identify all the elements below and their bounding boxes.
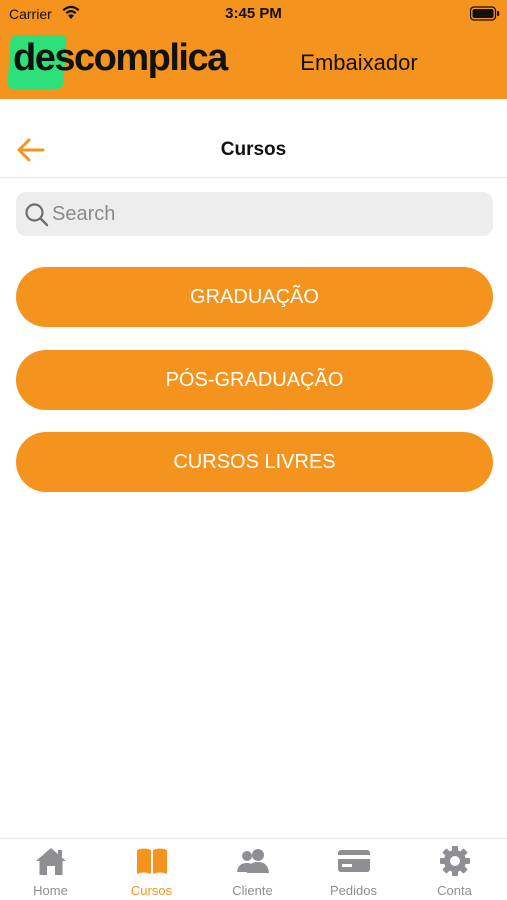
pos-graduacao-button[interactable]: PÓS-GRADUAÇÃO bbox=[16, 350, 493, 410]
header-title: Embaixador bbox=[300, 50, 418, 75]
search-input[interactable] bbox=[52, 192, 482, 236]
logo-part-complica: complica bbox=[73, 37, 228, 79]
navigation-bar: Cursos bbox=[0, 99, 507, 178]
status-time: 3:45 PM bbox=[225, 5, 282, 22]
logo-part-des: des bbox=[13, 37, 75, 79]
tab-label-conta: Conta bbox=[437, 883, 472, 898]
battery-icon bbox=[470, 6, 500, 21]
tab-cliente[interactable]: Cliente bbox=[202, 839, 303, 900]
search-icon bbox=[25, 203, 49, 227]
search-bar[interactable] bbox=[16, 192, 493, 236]
graduacao-button[interactable]: GRADUAÇÃO bbox=[16, 267, 493, 327]
tab-bar: Home Cursos Cliente Pedidos Conta bbox=[0, 838, 507, 900]
tab-label-cliente: Cliente bbox=[232, 883, 273, 898]
users-icon bbox=[237, 849, 269, 873]
app-header: Carrier 3:45 PM descomplica Embaixador bbox=[0, 0, 507, 99]
book-icon bbox=[137, 848, 167, 874]
page-title: Cursos bbox=[220, 139, 287, 160]
home-icon bbox=[36, 848, 66, 875]
tab-conta[interactable]: Conta bbox=[404, 839, 505, 900]
gear-icon bbox=[440, 846, 470, 876]
status-bar: Carrier 3:45 PM bbox=[0, 0, 507, 30]
cursos-livres-button[interactable]: CURSOS LIVRES bbox=[16, 432, 493, 492]
tab-pedidos[interactable]: Pedidos bbox=[303, 839, 404, 900]
logo-text: descomplica bbox=[7, 37, 228, 80]
tab-label-home: Home bbox=[33, 883, 68, 898]
tab-home[interactable]: Home bbox=[0, 839, 101, 900]
tab-label-cursos: Cursos bbox=[130, 883, 173, 898]
tab-label-pedidos: Pedidos bbox=[330, 883, 377, 898]
tab-cursos[interactable]: Cursos bbox=[101, 839, 202, 900]
card-icon bbox=[338, 850, 370, 872]
descomplica-logo: descomplica bbox=[7, 33, 228, 91]
